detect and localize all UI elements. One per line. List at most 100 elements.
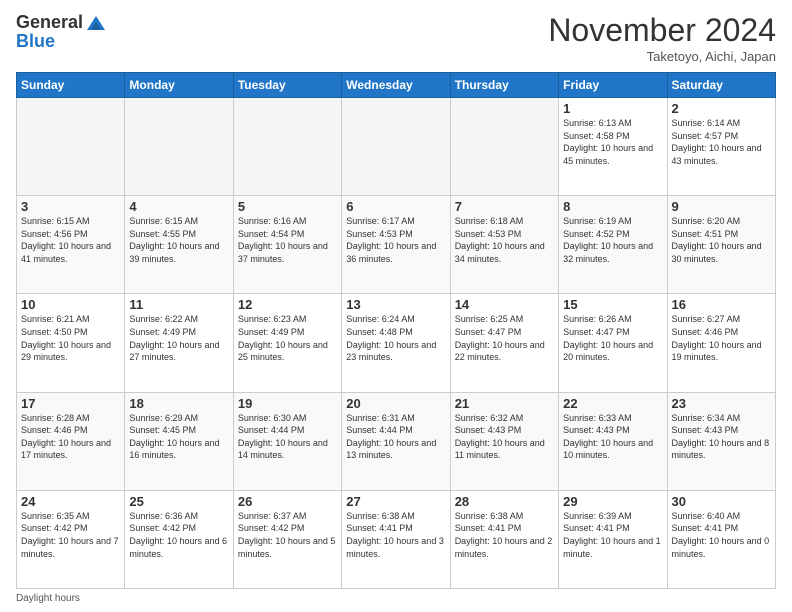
title-block: November 2024 Taketoyo, Aichi, Japan xyxy=(548,12,776,64)
calendar-header-row: Sunday Monday Tuesday Wednesday Thursday… xyxy=(17,73,776,98)
day-number: 7 xyxy=(455,199,554,214)
logo: General Blue xyxy=(16,12,107,52)
day-info: Sunrise: 6:14 AM Sunset: 4:57 PM Dayligh… xyxy=(672,117,771,167)
day-info: Sunrise: 6:25 AM Sunset: 4:47 PM Dayligh… xyxy=(455,313,554,363)
day-info: Sunrise: 6:19 AM Sunset: 4:52 PM Dayligh… xyxy=(563,215,662,265)
calendar-cell: 10Sunrise: 6:21 AM Sunset: 4:50 PM Dayli… xyxy=(17,294,125,392)
day-info: Sunrise: 6:15 AM Sunset: 4:55 PM Dayligh… xyxy=(129,215,228,265)
calendar-cell xyxy=(233,98,341,196)
calendar-cell: 26Sunrise: 6:37 AM Sunset: 4:42 PM Dayli… xyxy=(233,490,341,588)
day-info: Sunrise: 6:35 AM Sunset: 4:42 PM Dayligh… xyxy=(21,510,120,560)
calendar-cell: 3Sunrise: 6:15 AM Sunset: 4:56 PM Daylig… xyxy=(17,196,125,294)
calendar-cell: 6Sunrise: 6:17 AM Sunset: 4:53 PM Daylig… xyxy=(342,196,450,294)
col-saturday: Saturday xyxy=(667,73,775,98)
calendar-cell: 20Sunrise: 6:31 AM Sunset: 4:44 PM Dayli… xyxy=(342,392,450,490)
calendar-week-4: 17Sunrise: 6:28 AM Sunset: 4:46 PM Dayli… xyxy=(17,392,776,490)
day-info: Sunrise: 6:39 AM Sunset: 4:41 PM Dayligh… xyxy=(563,510,662,560)
day-info: Sunrise: 6:20 AM Sunset: 4:51 PM Dayligh… xyxy=(672,215,771,265)
daylight-label: Daylight hours xyxy=(16,593,80,604)
day-number: 25 xyxy=(129,494,228,509)
day-number: 26 xyxy=(238,494,337,509)
day-number: 3 xyxy=(21,199,120,214)
day-info: Sunrise: 6:38 AM Sunset: 4:41 PM Dayligh… xyxy=(346,510,445,560)
day-info: Sunrise: 6:40 AM Sunset: 4:41 PM Dayligh… xyxy=(672,510,771,560)
logo-blue-text: Blue xyxy=(16,32,55,52)
calendar-cell: 22Sunrise: 6:33 AM Sunset: 4:43 PM Dayli… xyxy=(559,392,667,490)
day-number: 8 xyxy=(563,199,662,214)
calendar-cell xyxy=(342,98,450,196)
day-number: 19 xyxy=(238,396,337,411)
col-friday: Friday xyxy=(559,73,667,98)
day-info: Sunrise: 6:15 AM Sunset: 4:56 PM Dayligh… xyxy=(21,215,120,265)
day-number: 2 xyxy=(672,101,771,116)
day-number: 14 xyxy=(455,297,554,312)
day-number: 24 xyxy=(21,494,120,509)
calendar-cell: 16Sunrise: 6:27 AM Sunset: 4:46 PM Dayli… xyxy=(667,294,775,392)
day-number: 4 xyxy=(129,199,228,214)
calendar-cell: 12Sunrise: 6:23 AM Sunset: 4:49 PM Dayli… xyxy=(233,294,341,392)
day-info: Sunrise: 6:30 AM Sunset: 4:44 PM Dayligh… xyxy=(238,412,337,462)
col-sunday: Sunday xyxy=(17,73,125,98)
day-info: Sunrise: 6:38 AM Sunset: 4:41 PM Dayligh… xyxy=(455,510,554,560)
day-number: 17 xyxy=(21,396,120,411)
calendar-cell: 5Sunrise: 6:16 AM Sunset: 4:54 PM Daylig… xyxy=(233,196,341,294)
calendar-cell: 27Sunrise: 6:38 AM Sunset: 4:41 PM Dayli… xyxy=(342,490,450,588)
day-number: 29 xyxy=(563,494,662,509)
day-number: 18 xyxy=(129,396,228,411)
month-title: November 2024 xyxy=(548,12,776,49)
day-number: 1 xyxy=(563,101,662,116)
calendar-cell: 17Sunrise: 6:28 AM Sunset: 4:46 PM Dayli… xyxy=(17,392,125,490)
calendar-week-1: 1Sunrise: 6:13 AM Sunset: 4:58 PM Daylig… xyxy=(17,98,776,196)
calendar-table: Sunday Monday Tuesday Wednesday Thursday… xyxy=(16,72,776,589)
calendar-cell: 11Sunrise: 6:22 AM Sunset: 4:49 PM Dayli… xyxy=(125,294,233,392)
day-info: Sunrise: 6:31 AM Sunset: 4:44 PM Dayligh… xyxy=(346,412,445,462)
day-number: 30 xyxy=(672,494,771,509)
calendar-week-3: 10Sunrise: 6:21 AM Sunset: 4:50 PM Dayli… xyxy=(17,294,776,392)
day-number: 27 xyxy=(346,494,445,509)
day-info: Sunrise: 6:36 AM Sunset: 4:42 PM Dayligh… xyxy=(129,510,228,560)
calendar-cell: 14Sunrise: 6:25 AM Sunset: 4:47 PM Dayli… xyxy=(450,294,558,392)
calendar-cell: 8Sunrise: 6:19 AM Sunset: 4:52 PM Daylig… xyxy=(559,196,667,294)
day-info: Sunrise: 6:33 AM Sunset: 4:43 PM Dayligh… xyxy=(563,412,662,462)
calendar-cell xyxy=(125,98,233,196)
day-info: Sunrise: 6:24 AM Sunset: 4:48 PM Dayligh… xyxy=(346,313,445,363)
header: General Blue November 2024 Taketoyo, Aic… xyxy=(16,12,776,64)
day-info: Sunrise: 6:27 AM Sunset: 4:46 PM Dayligh… xyxy=(672,313,771,363)
day-number: 13 xyxy=(346,297,445,312)
calendar-cell: 2Sunrise: 6:14 AM Sunset: 4:57 PM Daylig… xyxy=(667,98,775,196)
day-number: 6 xyxy=(346,199,445,214)
calendar-cell: 18Sunrise: 6:29 AM Sunset: 4:45 PM Dayli… xyxy=(125,392,233,490)
day-number: 11 xyxy=(129,297,228,312)
day-info: Sunrise: 6:29 AM Sunset: 4:45 PM Dayligh… xyxy=(129,412,228,462)
calendar-cell: 30Sunrise: 6:40 AM Sunset: 4:41 PM Dayli… xyxy=(667,490,775,588)
day-number: 22 xyxy=(563,396,662,411)
calendar-cell: 19Sunrise: 6:30 AM Sunset: 4:44 PM Dayli… xyxy=(233,392,341,490)
day-info: Sunrise: 6:37 AM Sunset: 4:42 PM Dayligh… xyxy=(238,510,337,560)
calendar-cell: 21Sunrise: 6:32 AM Sunset: 4:43 PM Dayli… xyxy=(450,392,558,490)
calendar-cell: 7Sunrise: 6:18 AM Sunset: 4:53 PM Daylig… xyxy=(450,196,558,294)
calendar-cell: 13Sunrise: 6:24 AM Sunset: 4:48 PM Dayli… xyxy=(342,294,450,392)
calendar-cell xyxy=(450,98,558,196)
day-info: Sunrise: 6:23 AM Sunset: 4:49 PM Dayligh… xyxy=(238,313,337,363)
col-wednesday: Wednesday xyxy=(342,73,450,98)
logo-general-text: General xyxy=(16,13,83,33)
calendar-cell: 23Sunrise: 6:34 AM Sunset: 4:43 PM Dayli… xyxy=(667,392,775,490)
day-number: 12 xyxy=(238,297,337,312)
day-number: 28 xyxy=(455,494,554,509)
day-number: 23 xyxy=(672,396,771,411)
col-tuesday: Tuesday xyxy=(233,73,341,98)
calendar-cell: 9Sunrise: 6:20 AM Sunset: 4:51 PM Daylig… xyxy=(667,196,775,294)
day-info: Sunrise: 6:21 AM Sunset: 4:50 PM Dayligh… xyxy=(21,313,120,363)
day-info: Sunrise: 6:18 AM Sunset: 4:53 PM Dayligh… xyxy=(455,215,554,265)
calendar-cell: 15Sunrise: 6:26 AM Sunset: 4:47 PM Dayli… xyxy=(559,294,667,392)
calendar-cell: 24Sunrise: 6:35 AM Sunset: 4:42 PM Dayli… xyxy=(17,490,125,588)
col-monday: Monday xyxy=(125,73,233,98)
location: Taketoyo, Aichi, Japan xyxy=(548,49,776,64)
day-info: Sunrise: 6:16 AM Sunset: 4:54 PM Dayligh… xyxy=(238,215,337,265)
calendar-cell: 4Sunrise: 6:15 AM Sunset: 4:55 PM Daylig… xyxy=(125,196,233,294)
day-number: 21 xyxy=(455,396,554,411)
day-info: Sunrise: 6:26 AM Sunset: 4:47 PM Dayligh… xyxy=(563,313,662,363)
day-info: Sunrise: 6:28 AM Sunset: 4:46 PM Dayligh… xyxy=(21,412,120,462)
day-info: Sunrise: 6:22 AM Sunset: 4:49 PM Dayligh… xyxy=(129,313,228,363)
calendar-cell: 28Sunrise: 6:38 AM Sunset: 4:41 PM Dayli… xyxy=(450,490,558,588)
